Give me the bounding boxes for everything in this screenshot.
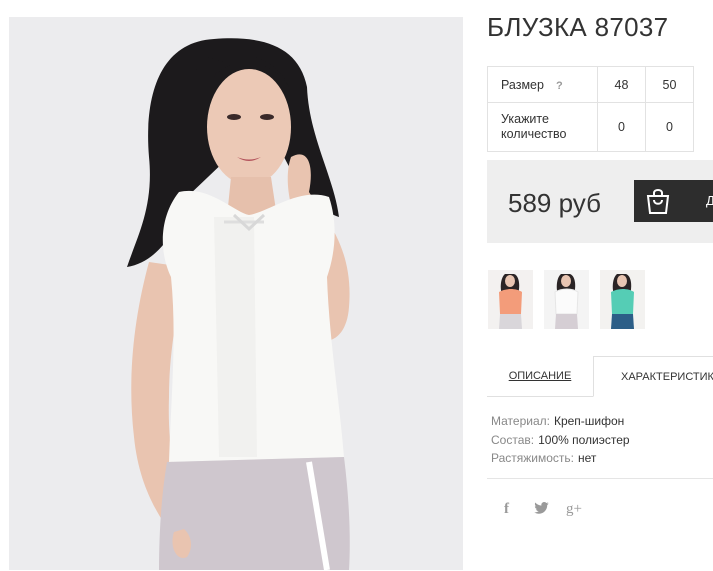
tab-characteristics[interactable]: ХАРАКТЕРИСТИКИ (593, 356, 713, 397)
product-title: БЛУЗКА 87037 (487, 12, 669, 42)
size-row: Размер? 48 50 (487, 66, 694, 103)
size-help-icon[interactable]: ? (556, 80, 563, 92)
twitter-icon[interactable] (534, 502, 549, 514)
facebook-icon[interactable]: f (503, 500, 513, 516)
price-value: 589 руб (508, 188, 601, 218)
characteristic-value: Креп-шифон (553, 414, 625, 428)
characteristic-key: Состав: (491, 432, 535, 447)
price-box: 589 руб Д (487, 160, 713, 243)
characteristic-value: 100% полиэстер (538, 432, 630, 447)
size-quantity-table: Размер? 48 50 Укажите количество 0 0 (487, 66, 694, 152)
tab-description[interactable]: ОПИСАНИЕ (487, 356, 593, 396)
google-plus-glyph: g+ (566, 501, 582, 517)
tab-description-label: ОПИСАНИЕ (508, 370, 572, 382)
coral-top-thumbnail[interactable] (488, 270, 533, 329)
characteristic-row: Состав: 100% полиэстер (491, 431, 630, 450)
quantity-label: Укажите количество (487, 102, 598, 152)
white-blouse-thumbnail[interactable] (544, 270, 589, 329)
quantity-input-48[interactable]: 0 (597, 102, 646, 152)
google-plus-icon[interactable]: g+ (566, 499, 584, 517)
tab-characteristics-label: ХАРАКТЕРИСТИКИ (621, 371, 713, 383)
add-to-cart-button[interactable]: Д (634, 180, 713, 222)
quantity-input-50[interactable]: 0 (645, 102, 694, 152)
characteristic-row: Растяжимость: нет (491, 449, 630, 468)
divider (487, 478, 713, 479)
characteristic-key: Материал: (491, 414, 550, 428)
product-tabs: ОПИСАНИЕ ХАРАКТЕРИСТИКИ (487, 356, 713, 397)
characteristic-row: Материал: Креп-шифон (491, 412, 630, 431)
size-label: Размер (501, 77, 544, 92)
characteristic-key: Растяжимость: (491, 451, 575, 465)
size-48-cell[interactable]: 48 (597, 66, 646, 103)
size-label-cell: Размер? (487, 66, 598, 103)
size-50-cell[interactable]: 50 (645, 66, 694, 103)
product-main-image[interactable] (9, 17, 463, 570)
characteristics-list: Материал: Креп-шифон Состав: 100% полиэсте… (491, 412, 630, 468)
facebook-glyph: f (504, 501, 510, 516)
mint-top-thumbnail[interactable] (600, 270, 645, 329)
add-to-cart-label: Д (706, 193, 713, 208)
characteristic-value: нет (578, 451, 597, 465)
quantity-row: Укажите количество 0 0 (487, 102, 694, 152)
